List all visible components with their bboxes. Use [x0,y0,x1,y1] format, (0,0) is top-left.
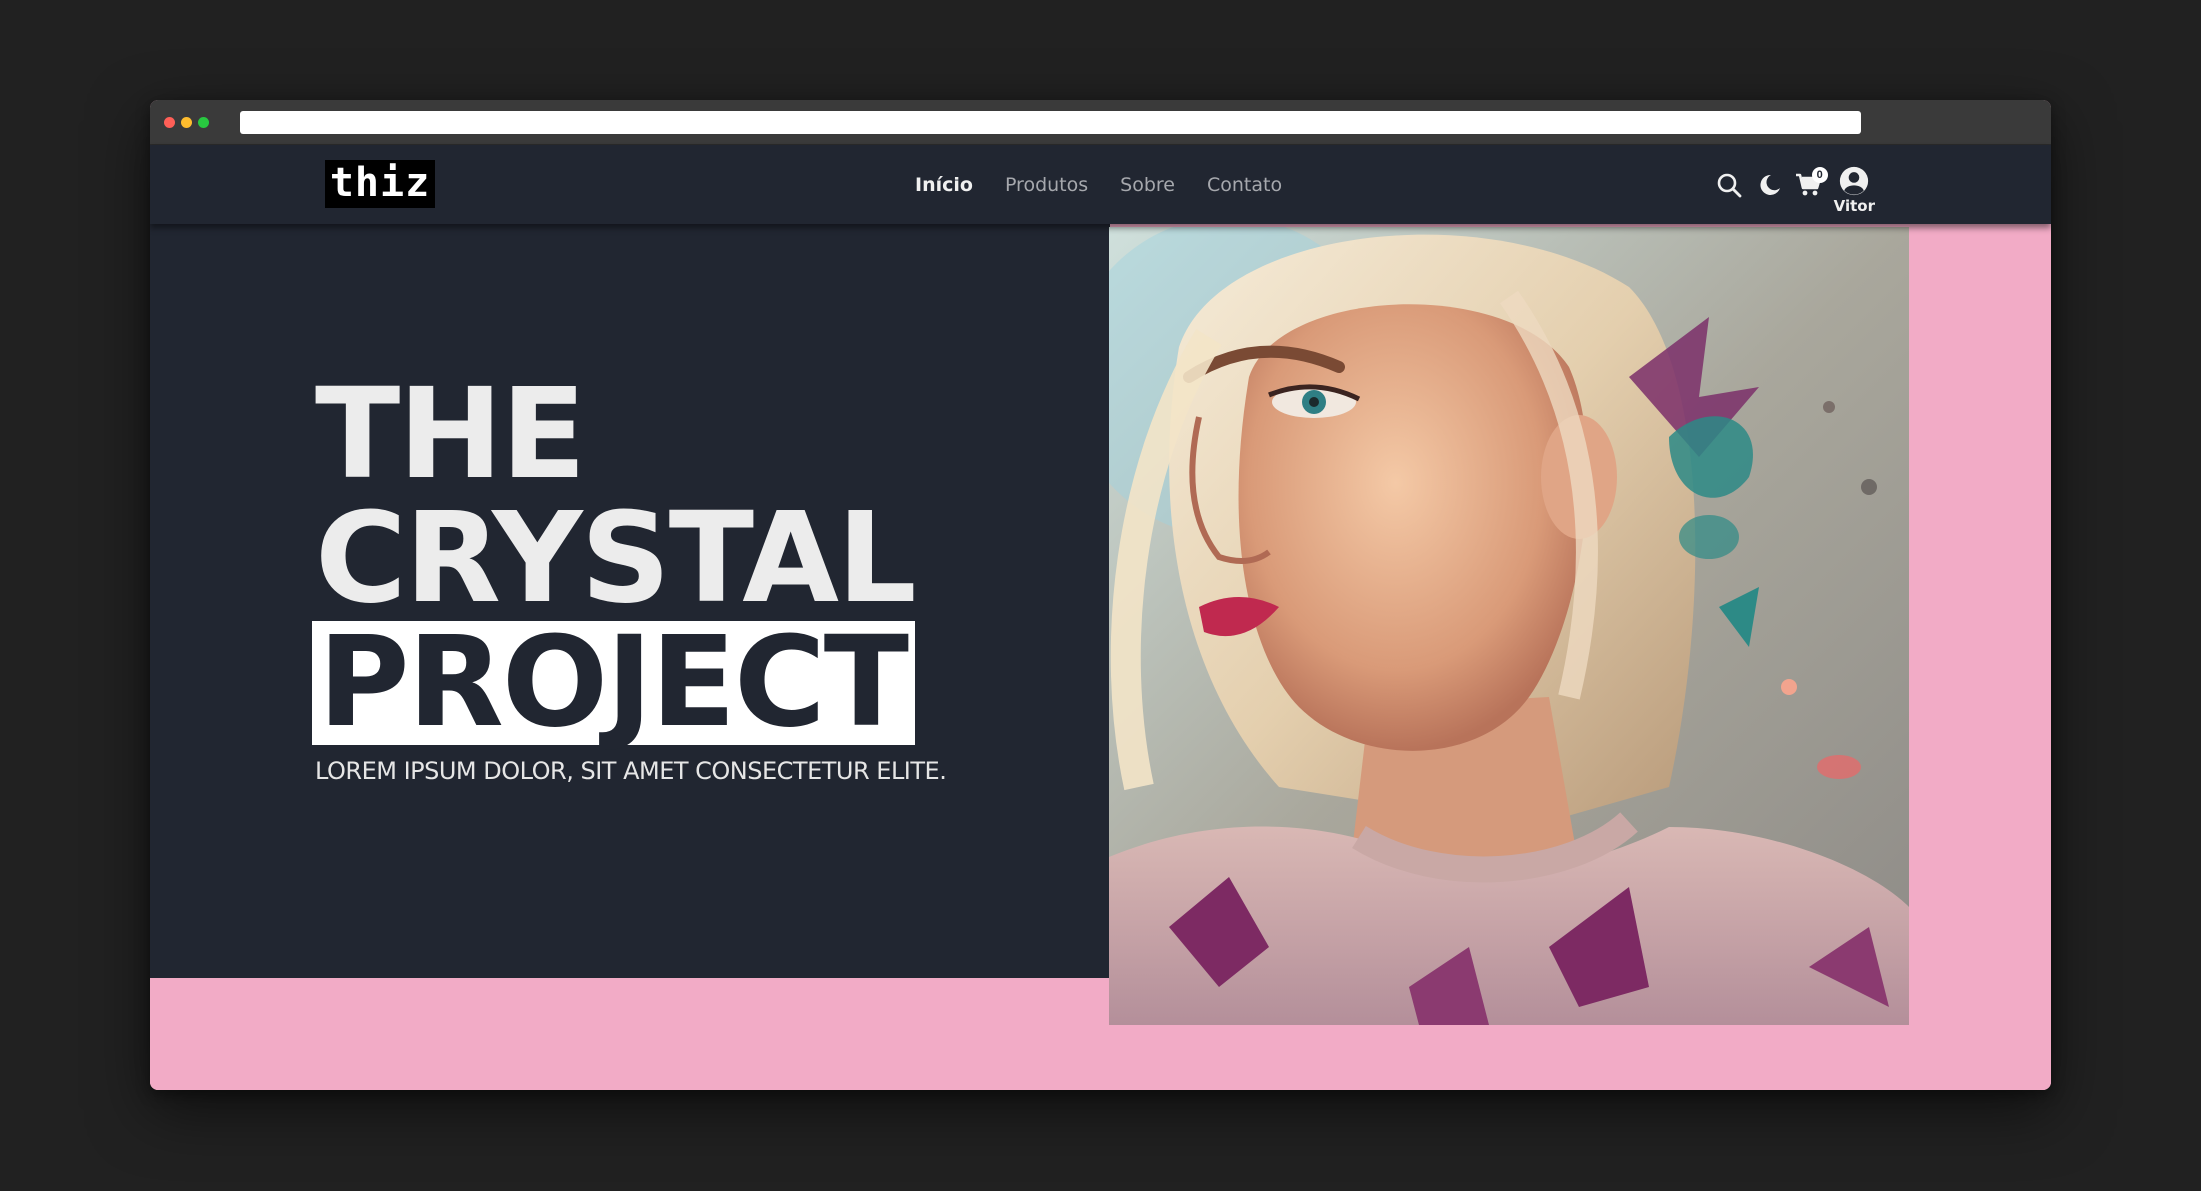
headline-line-2: CRYSTAL [315,486,917,631]
user-menu[interactable]: Vitor [1834,166,1875,215]
logo[interactable]: thiz [325,160,435,208]
nav-link-produtos[interactable]: Produtos [1005,174,1088,196]
browser-window: thiz Início Produtos Sobre Contato 0 Vit… [150,100,2051,1090]
nav-link-sobre[interactable]: Sobre [1120,174,1175,196]
nav-link-contato[interactable]: Contato [1207,174,1282,196]
cart-icon[interactable]: 0 [1794,166,1828,200]
nav-links: Início Produtos Sobre Contato [915,145,1282,224]
minimize-window-button[interactable] [181,117,192,128]
hero-subtitle: LOREM IPSUM DOLOR, SIT AMET CONSECTETUR … [315,757,947,785]
address-bar[interactable] [240,111,1861,134]
user-name: Vitor [1833,197,1875,215]
cart-count-badge: 0 [1811,166,1828,183]
browser-chrome [150,100,2051,145]
hero-headline: THE CRYSTAL PROJECT LOREM IPSUM DOLOR, S… [312,362,947,785]
maximize-window-button[interactable] [198,117,209,128]
moon-icon[interactable] [1754,170,1784,200]
hero-portrait-image [1109,227,1909,1025]
nav-link-inicio[interactable]: Início [915,174,973,196]
search-icon[interactable] [1714,170,1744,200]
close-window-button[interactable] [164,117,175,128]
navbar: thiz Início Produtos Sobre Contato 0 Vit… [150,145,2051,224]
hero-pink-strip [150,978,1110,1090]
headline-line-1: THE [315,362,586,507]
nav-actions: 0 Vitor [1714,145,1875,224]
headline-line-3: PROJECT [312,620,916,745]
user-icon [1839,166,1869,196]
